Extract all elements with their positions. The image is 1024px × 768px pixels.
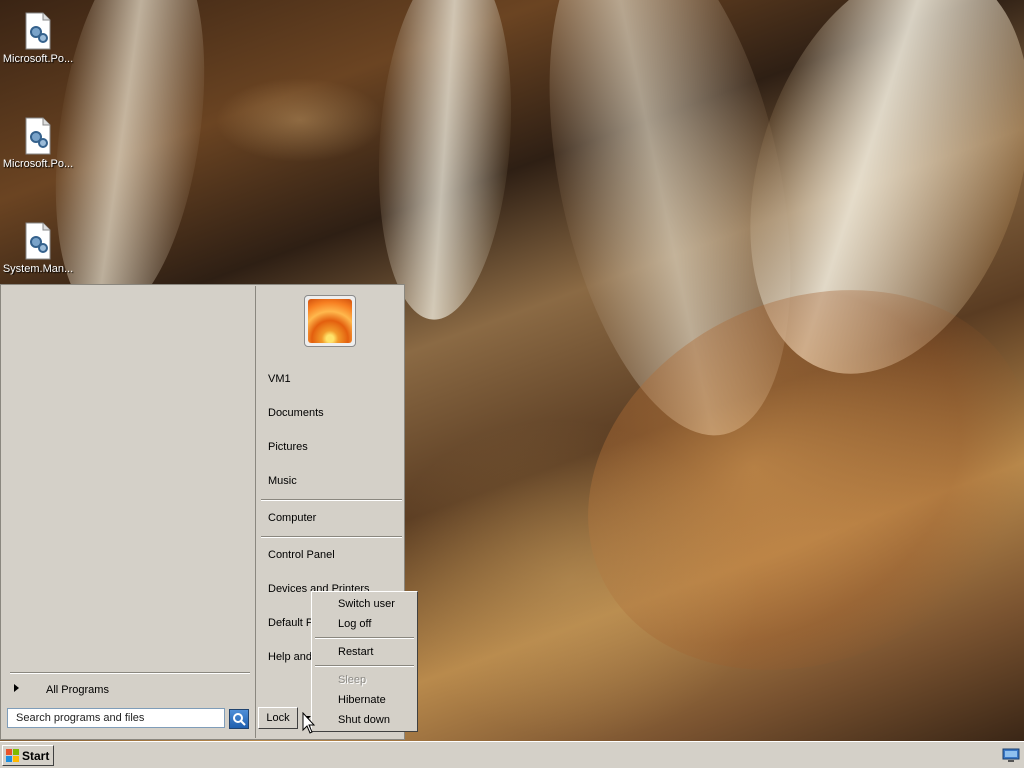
separator bbox=[315, 637, 414, 639]
flower-avatar bbox=[308, 299, 352, 343]
menu-item-vm1[interactable]: VM1 bbox=[268, 373, 291, 385]
start-label: Start bbox=[22, 749, 50, 763]
separator bbox=[261, 536, 402, 538]
desktop-icon[interactable]: Microsoft.Po... bbox=[0, 12, 76, 65]
shutdown-options-menu: Switch user Log off Restart Sleep Hibern… bbox=[311, 591, 418, 732]
menu-item-computer[interactable]: Computer bbox=[268, 512, 316, 524]
user-picture[interactable] bbox=[304, 295, 356, 347]
separator bbox=[315, 665, 414, 667]
separator bbox=[10, 672, 250, 674]
desktop-icon-label: Microsoft.Po... bbox=[2, 158, 74, 170]
wallpaper-shape bbox=[367, 0, 523, 325]
menu-item-documents[interactable]: Documents bbox=[268, 407, 324, 419]
desktop-icon-label: System.Man... bbox=[2, 263, 74, 275]
menu-item-control-panel[interactable]: Control Panel bbox=[268, 549, 335, 561]
desktop-icon[interactable]: System.Man... bbox=[0, 222, 76, 275]
settings-file-icon bbox=[25, 12, 51, 50]
menu-item-pictures[interactable]: Pictures bbox=[268, 441, 308, 453]
menu-item-switch-user[interactable]: Switch user bbox=[338, 598, 395, 610]
menu-item-default-programs[interactable]: Default P bbox=[268, 617, 313, 629]
menu-item-hibernate[interactable]: Hibernate bbox=[338, 694, 386, 706]
lock-button[interactable]: Lock bbox=[258, 707, 298, 729]
settings-file-icon bbox=[25, 222, 51, 260]
programs-pane: All Programs bbox=[2, 286, 254, 738]
menu-item-restart[interactable]: Restart bbox=[338, 646, 373, 658]
desktop-icon-label: Microsoft.Po... bbox=[2, 53, 74, 65]
menu-item-music[interactable]: Music bbox=[268, 475, 297, 487]
search-icon bbox=[233, 713, 246, 726]
mouse-pointer-icon bbox=[302, 712, 316, 734]
taskbar: Start bbox=[0, 741, 1024, 768]
search-input[interactable]: Search programs and files bbox=[7, 708, 225, 728]
arrow-right-icon bbox=[14, 684, 19, 692]
search-button[interactable] bbox=[229, 709, 249, 729]
all-programs-label: All Programs bbox=[46, 684, 109, 696]
all-programs-button[interactable]: All Programs bbox=[10, 680, 250, 700]
monitor-icon[interactable] bbox=[1002, 748, 1020, 763]
settings-file-icon bbox=[25, 117, 51, 155]
menu-item-shut-down[interactable]: Shut down bbox=[338, 714, 390, 726]
desktop-icon[interactable]: Microsoft.Po... bbox=[0, 117, 76, 170]
menu-item-sleep: Sleep bbox=[338, 674, 367, 686]
start-button[interactable]: Start bbox=[2, 745, 54, 766]
separator bbox=[261, 499, 402, 501]
menu-item-help-support[interactable]: Help and bbox=[268, 651, 312, 663]
menu-item-log-off[interactable]: Log off bbox=[338, 618, 371, 630]
windows-logo-icon bbox=[6, 749, 19, 762]
